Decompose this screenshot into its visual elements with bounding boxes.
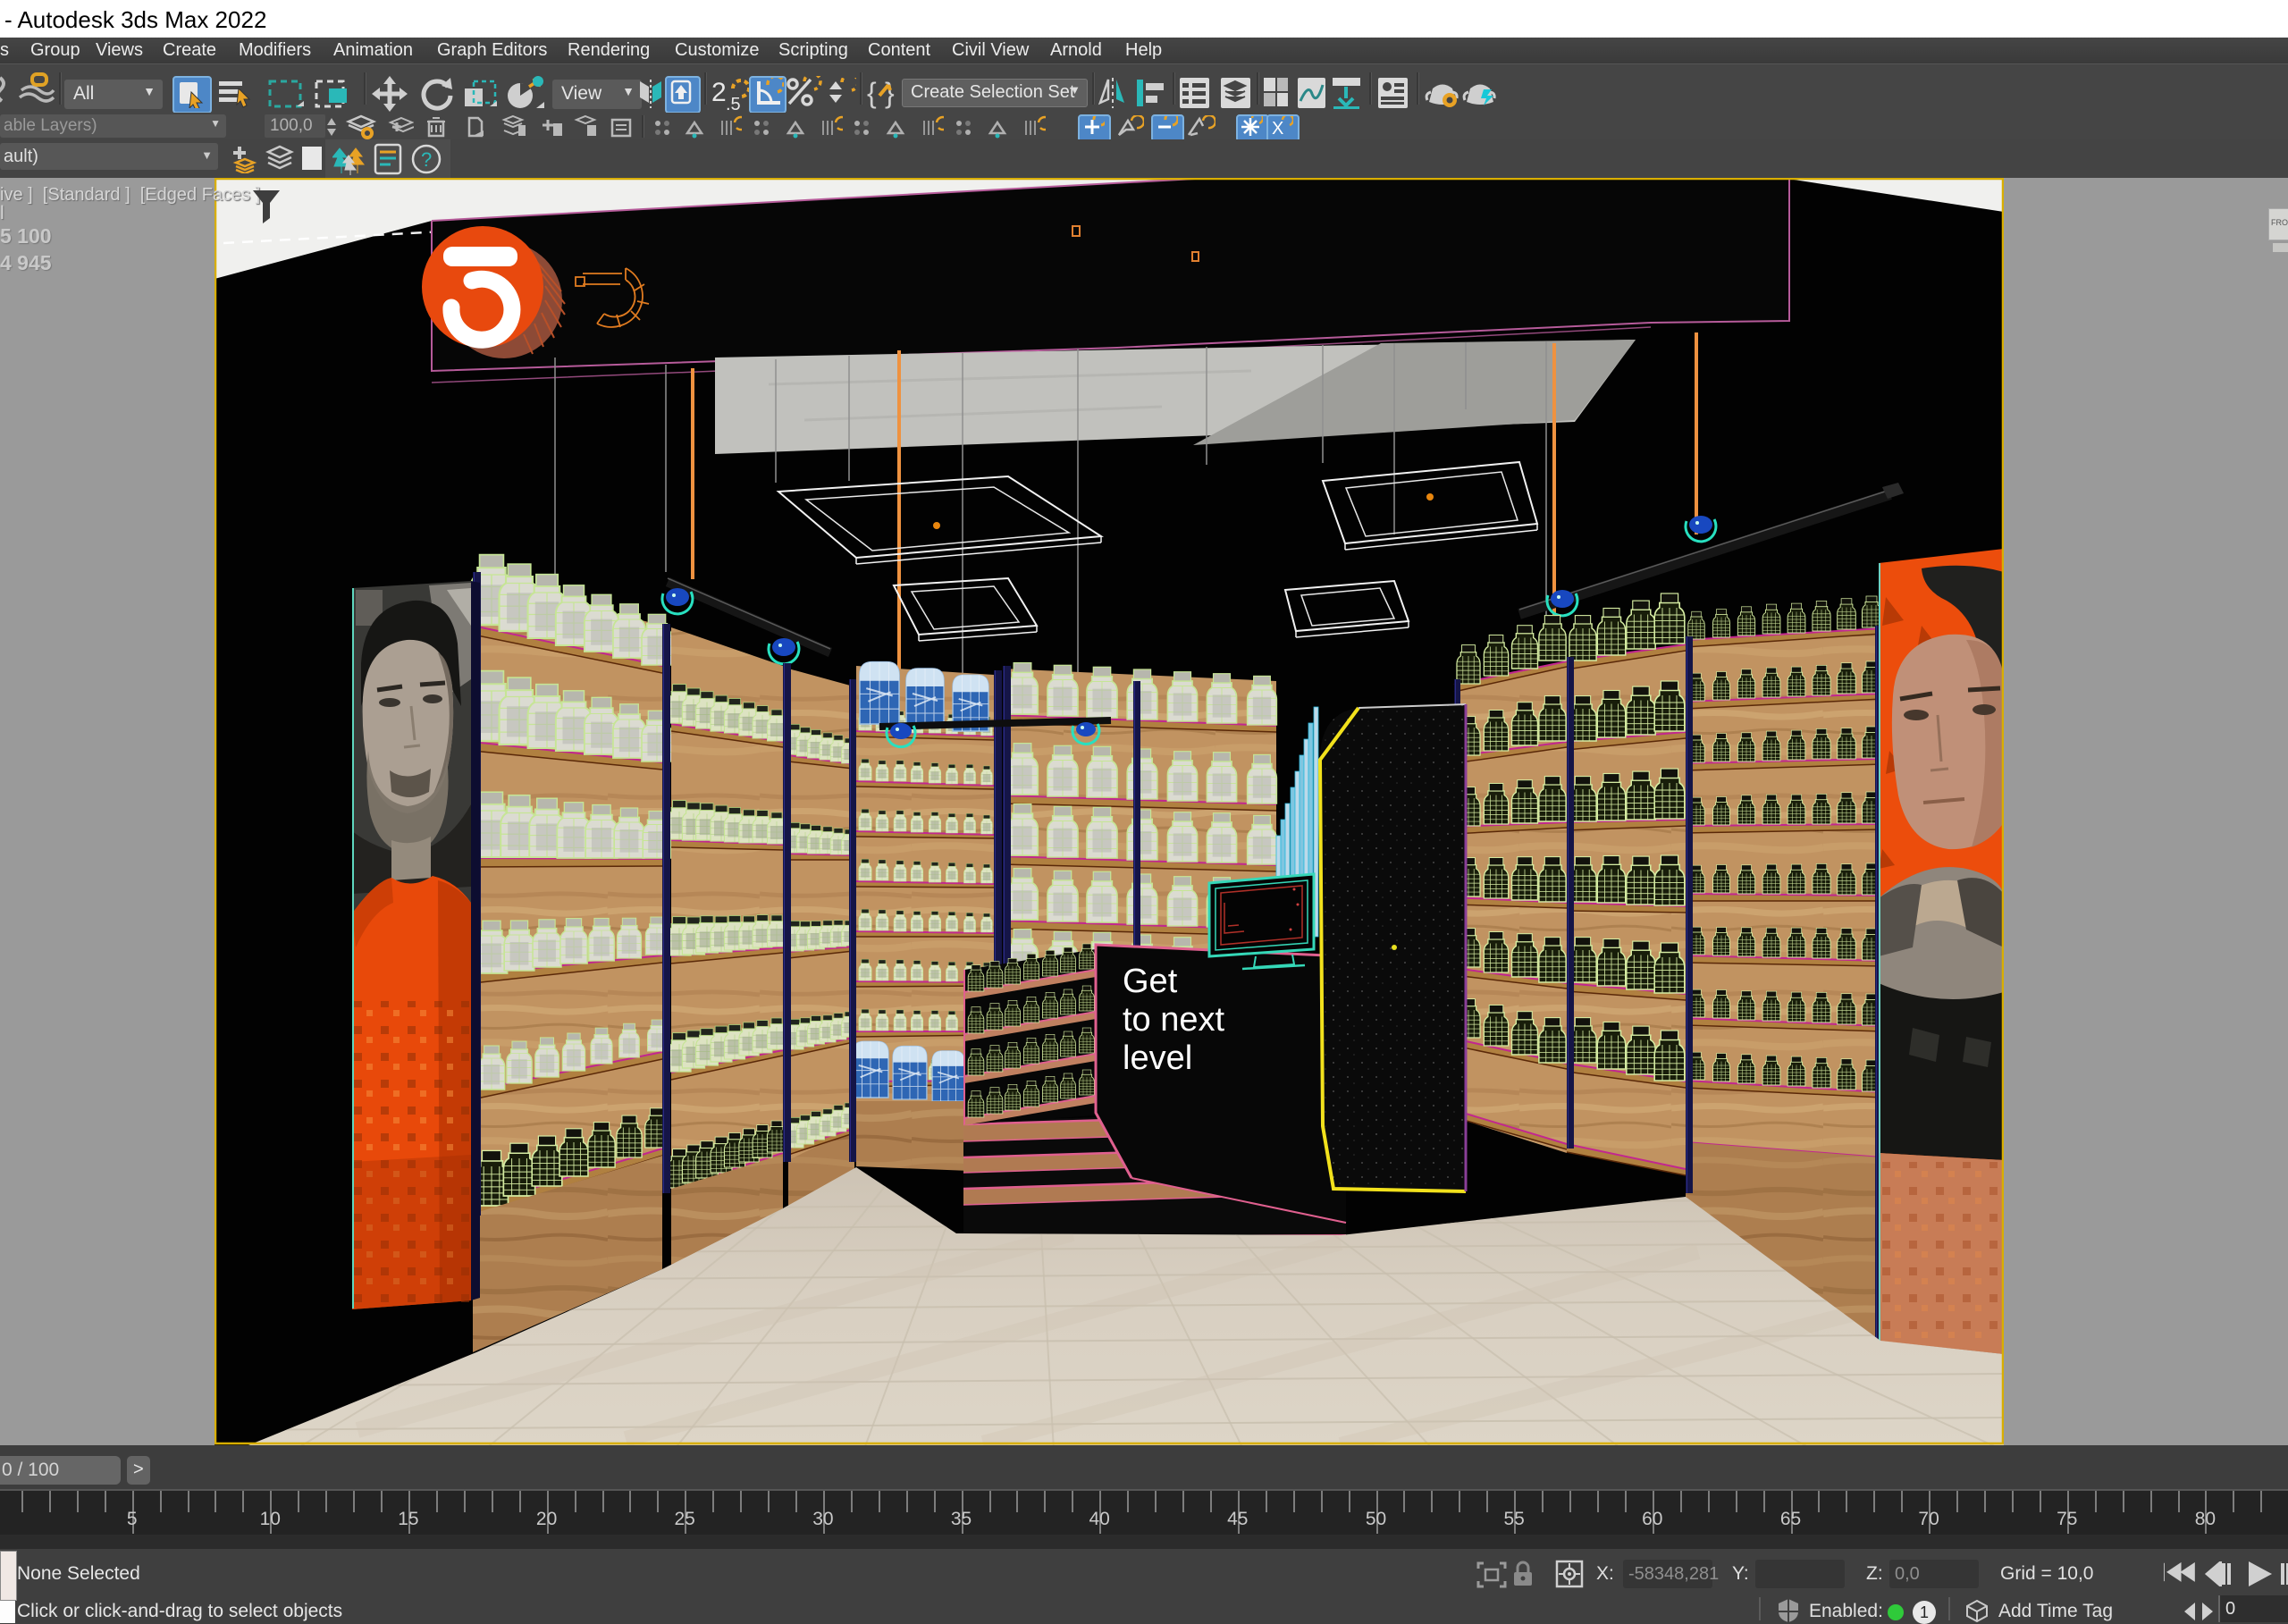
svg-text:?: ? (421, 148, 432, 171)
svg-text:to next: to next (1123, 1001, 1225, 1039)
svg-text:level: level (1123, 1039, 1192, 1077)
svg-text:X: X (1272, 119, 1283, 138)
svg-text:.5: .5 (726, 95, 741, 114)
svg-text:}: } (885, 77, 895, 109)
svg-text:2: 2 (711, 78, 727, 107)
svg-text:{: { (867, 77, 877, 109)
svg-text:Get: Get (1123, 963, 1178, 1000)
